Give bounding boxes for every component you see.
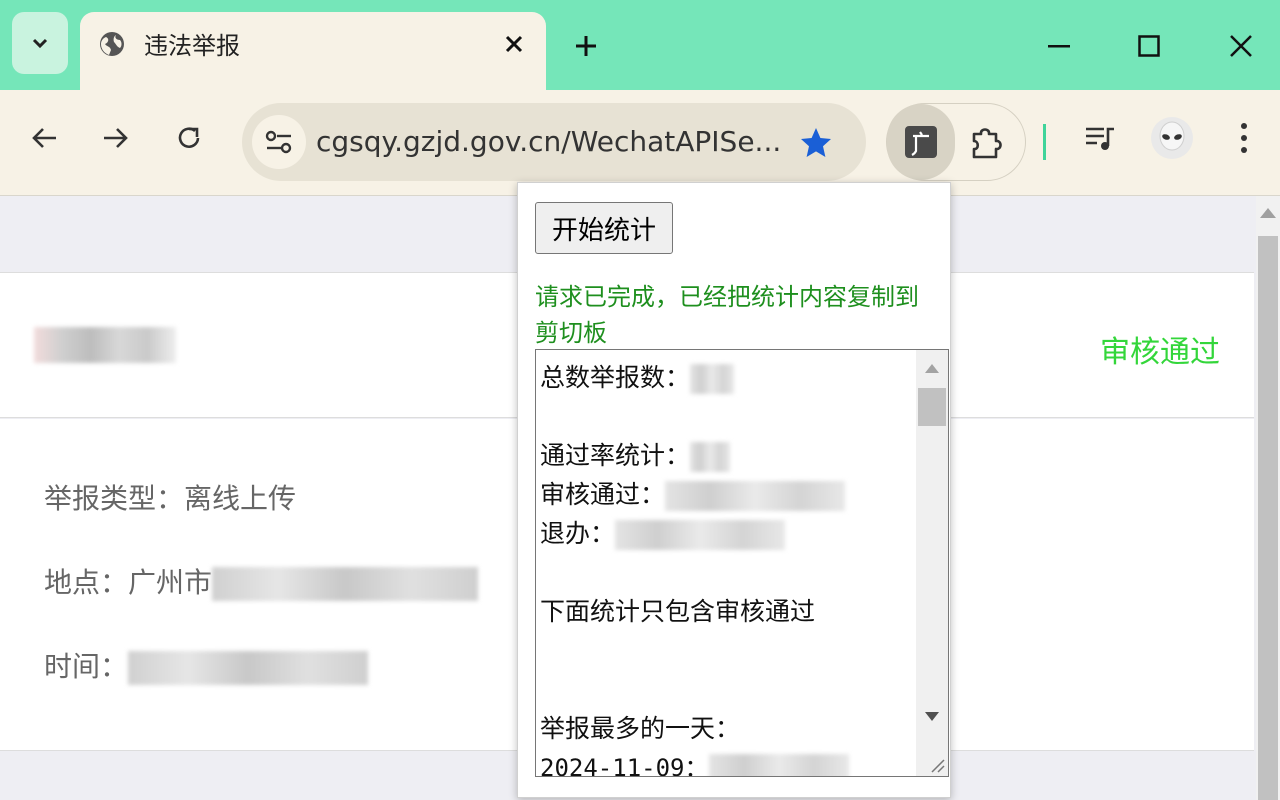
avatar-alien-icon <box>1151 117 1193 159</box>
status-badge: 审核通过 <box>1100 335 1220 370</box>
location-value: 广州市 <box>128 566 213 599</box>
redacted-max-day-count <box>708 754 849 776</box>
total-label: 总数举报数： <box>540 363 691 392</box>
site-info-button[interactable] <box>252 115 306 169</box>
browser-menu-button[interactable] <box>1220 114 1268 162</box>
extensions-group <box>886 103 1026 181</box>
redacted-rate <box>690 442 731 472</box>
redacted-returned <box>615 520 786 550</box>
scroll-thumb[interactable] <box>1258 236 1278 800</box>
returned-label: 退办： <box>540 519 616 548</box>
close-icon <box>1230 35 1252 57</box>
plus-icon <box>576 36 596 56</box>
scroll-up-arrow-icon[interactable] <box>925 364 939 373</box>
statistics-content: 总数举报数： 通过率统计： 审核通过： 退办： 下面统计只包含审核通过 举报最多… <box>540 358 912 777</box>
start-statistics-button[interactable]: 开始统计 <box>535 202 673 254</box>
redacted-name <box>34 327 176 363</box>
only-approved-note: 下面统计只包含审核通过 <box>540 597 816 626</box>
maximize-button[interactable] <box>1124 22 1174 70</box>
extension-button-active[interactable] <box>887 104 955 180</box>
close-window-button[interactable] <box>1216 22 1266 70</box>
statistics-textarea[interactable]: 总数举报数： 通过率统计： 审核通过： 退办： 下面统计只包含审核通过 举报最多… <box>535 349 949 777</box>
maximize-icon <box>1138 35 1160 57</box>
resize-grip-icon[interactable] <box>928 756 946 774</box>
tune-icon <box>265 130 292 154</box>
pass-rate-label: 通过率统计： <box>540 441 691 470</box>
minimize-button[interactable] <box>1034 22 1084 70</box>
reload-icon <box>178 127 200 148</box>
location-label: 地点： <box>44 566 129 599</box>
scroll-down-arrow-icon[interactable] <box>925 712 939 721</box>
tab-title: 违法举报 <box>144 32 240 60</box>
location-row: 地点：广州市 <box>44 561 479 601</box>
redacted-address <box>212 567 479 601</box>
reload-button[interactable] <box>165 114 213 162</box>
media-control-button[interactable] <box>1076 114 1124 162</box>
report-type-value: 离线上传 <box>184 482 297 515</box>
chevron-down-icon <box>32 38 48 49</box>
page-scrollbar[interactable] <box>1256 196 1280 800</box>
arrow-right-icon <box>104 128 128 148</box>
redacted-approved <box>665 481 846 511</box>
report-type-label: 举报类型： <box>44 482 185 515</box>
time-label: 时间： <box>44 650 129 683</box>
scroll-up-arrow-icon[interactable] <box>1260 208 1276 218</box>
approved-label: 审核通过： <box>540 480 666 509</box>
address-bar[interactable]: cgsqy.gzjd.gov.cn/WechatAPISe... <box>242 103 866 181</box>
redacted-total <box>690 364 735 394</box>
new-tab-button[interactable] <box>566 26 606 66</box>
arrow-left-icon <box>32 128 56 148</box>
extension-app-icon <box>905 126 937 158</box>
tab-search-button[interactable] <box>12 12 68 74</box>
puzzle-icon <box>972 128 1002 159</box>
back-button[interactable] <box>20 114 68 162</box>
time-row: 时间： <box>44 645 369 685</box>
star-icon[interactable] <box>798 125 834 161</box>
tab-active[interactable]: 违法举报 <box>80 12 546 92</box>
more-vertical-icon <box>1241 123 1247 153</box>
extension-popup: 开始统计 请求已完成，已经把统计内容复制到剪切板 总数举报数： 通过率统计： 审… <box>517 182 951 798</box>
forward-button[interactable] <box>92 114 140 162</box>
textarea-scrollbar[interactable] <box>916 350 948 776</box>
redacted-time <box>128 651 369 685</box>
textarea-scroll-thumb[interactable] <box>918 388 946 426</box>
report-type-row: 举报类型：离线上传 <box>44 477 296 517</box>
profile-button[interactable] <box>1148 114 1196 162</box>
extensions-button[interactable] <box>967 122 1007 162</box>
minimize-icon <box>1048 45 1070 48</box>
completion-message: 请求已完成，已经把统计内容复制到剪切板 <box>535 283 919 347</box>
toolbar-divider <box>1043 124 1046 160</box>
max-day-label: 举报最多的一天： <box>540 714 741 743</box>
tab-close-button[interactable] <box>498 28 530 60</box>
queue-music-icon <box>1086 127 1114 150</box>
browser-toolbar: cgsqy.gzjd.gov.cn/WechatAPISe... <box>0 90 1280 196</box>
max-day-date: 2024-11-09： <box>540 754 709 777</box>
browser-title-bar: 违法举报 <box>0 0 1280 92</box>
globe-icon <box>100 32 124 56</box>
close-icon <box>505 35 523 53</box>
url-text: cgsqy.gzjd.gov.cn/WechatAPISe... <box>316 125 782 158</box>
